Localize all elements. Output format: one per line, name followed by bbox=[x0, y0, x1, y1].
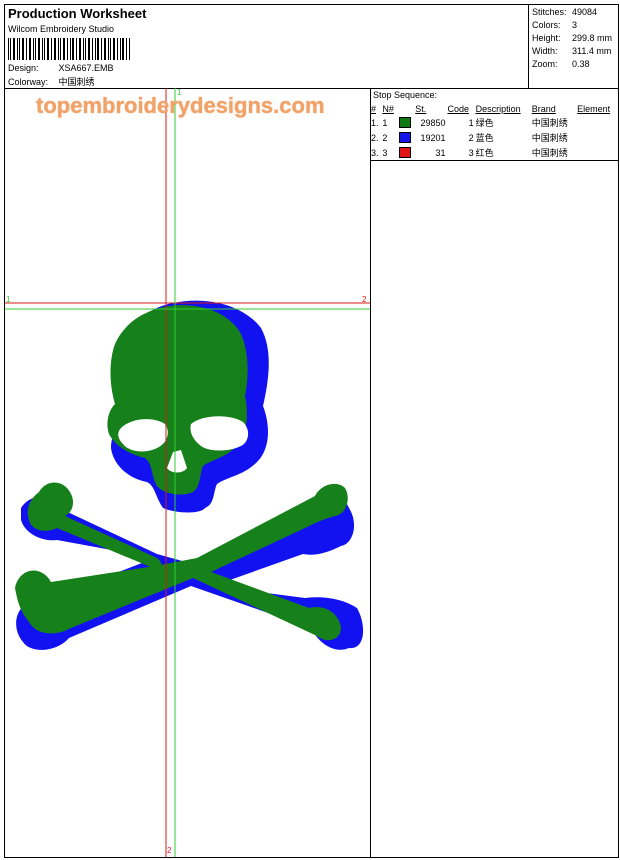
page-title: Production Worksheet bbox=[8, 6, 147, 21]
color-swatch-cell bbox=[398, 115, 415, 130]
row-code: 1 bbox=[468, 117, 474, 128]
table-row: 1. 1 29850 1 绿色 中国刺绣 bbox=[370, 115, 618, 130]
row-index: 1. bbox=[371, 117, 379, 128]
zoom-value: 0.38 bbox=[572, 59, 590, 69]
marker-top: 1 bbox=[177, 88, 182, 97]
row-n: 3 bbox=[382, 147, 388, 158]
color-swatch bbox=[398, 117, 411, 129]
stop-sequence-title: Stop Sequence: bbox=[373, 90, 438, 100]
row-description: 蓝色 bbox=[475, 133, 494, 143]
row-index: 2. bbox=[371, 132, 379, 143]
software-name: Wilcom Embroidery Studio bbox=[8, 24, 115, 34]
row-brand: 中国刺绣 bbox=[531, 148, 568, 158]
colorway-row: Colorway: 中国刺绣 bbox=[8, 75, 95, 88]
design-value: XSA667.EMB bbox=[58, 63, 114, 73]
stop-sequence-table: # N# St. Code Description Brand Element … bbox=[370, 102, 618, 161]
marker-left: 1 bbox=[6, 295, 11, 304]
row-stitches: 31 bbox=[435, 147, 446, 158]
row-stitches: 29850 bbox=[420, 117, 446, 128]
marker-bottom: 2 bbox=[167, 846, 172, 855]
color-swatch bbox=[398, 147, 411, 159]
marker-right: 2 bbox=[362, 295, 367, 304]
design-row: Design: XSA667.EMB bbox=[8, 63, 114, 73]
colorway-value: 中国刺绣 bbox=[58, 77, 95, 87]
stitches-label: Stitches: bbox=[532, 7, 567, 17]
table-row: 2. 2 19201 2 蓝色 中国刺绣 bbox=[370, 130, 618, 145]
design-stats: Stitches: 49084 Colors: 3 Height: 299.8 mm … bbox=[528, 5, 619, 88]
table-row: 3. 3 31 3 红色 中国刺绣 bbox=[370, 145, 618, 161]
col-index: # bbox=[371, 103, 377, 114]
row-code: 2 bbox=[468, 132, 474, 143]
row-code: 3 bbox=[468, 147, 474, 158]
row-brand: 中国刺绣 bbox=[531, 118, 568, 128]
design-preview: topembroiderydesigns.com 1 2 1 2 bbox=[5, 88, 371, 857]
col-stitches: St. bbox=[415, 103, 427, 114]
col-n: N# bbox=[382, 103, 394, 114]
row-brand: 中国刺绣 bbox=[531, 133, 568, 143]
row-element bbox=[576, 145, 618, 161]
worksheet-header: Production Worksheet Wilcom Embroidery S… bbox=[5, 5, 618, 89]
height-label: Height: bbox=[532, 33, 561, 43]
width-stat: Width: 311.4 mm bbox=[532, 46, 611, 56]
col-brand: Brand bbox=[531, 103, 556, 114]
width-label: Width: bbox=[532, 46, 558, 56]
color-swatch-cell bbox=[398, 130, 415, 145]
colors-value: 3 bbox=[572, 20, 578, 30]
row-element bbox=[576, 130, 618, 145]
col-color bbox=[398, 102, 415, 115]
colors-stat: Colors: 3 bbox=[532, 20, 577, 30]
row-stitches: 19201 bbox=[420, 132, 446, 143]
row-index: 3. bbox=[371, 147, 379, 158]
row-n: 1 bbox=[382, 117, 388, 128]
color-swatch bbox=[398, 132, 411, 144]
width-value: 311.4 mm bbox=[572, 46, 612, 56]
col-element: Element bbox=[577, 103, 611, 114]
barcode-icon bbox=[8, 38, 130, 60]
design-label: Design: bbox=[8, 63, 39, 73]
row-n: 2 bbox=[382, 132, 388, 143]
skull-crossbones-design bbox=[5, 88, 370, 857]
color-swatch-cell bbox=[398, 145, 415, 161]
table-header-row: # N# St. Code Description Brand Element bbox=[370, 102, 618, 115]
zoom-stat: Zoom: 0.38 bbox=[532, 59, 590, 69]
colorway-label: Colorway: bbox=[8, 77, 49, 87]
height-stat: Height: 299.8 mm bbox=[532, 33, 612, 43]
colors-label: Colors: bbox=[532, 20, 561, 30]
stop-sequence-panel: Stop Sequence: # N# St. Code Description… bbox=[370, 88, 618, 857]
col-code: Code bbox=[447, 103, 470, 114]
row-description: 红色 bbox=[475, 148, 494, 158]
col-description: Description bbox=[475, 103, 521, 114]
row-description: 绿色 bbox=[475, 118, 494, 128]
stitches-value: 49084 bbox=[572, 7, 598, 17]
height-value: 299.8 mm bbox=[572, 33, 613, 43]
stitches-stat: Stitches: 49084 bbox=[532, 7, 597, 17]
zoom-label: Zoom: bbox=[532, 59, 558, 69]
row-element bbox=[576, 115, 618, 130]
worksheet: Production Worksheet Wilcom Embroidery S… bbox=[4, 4, 619, 858]
